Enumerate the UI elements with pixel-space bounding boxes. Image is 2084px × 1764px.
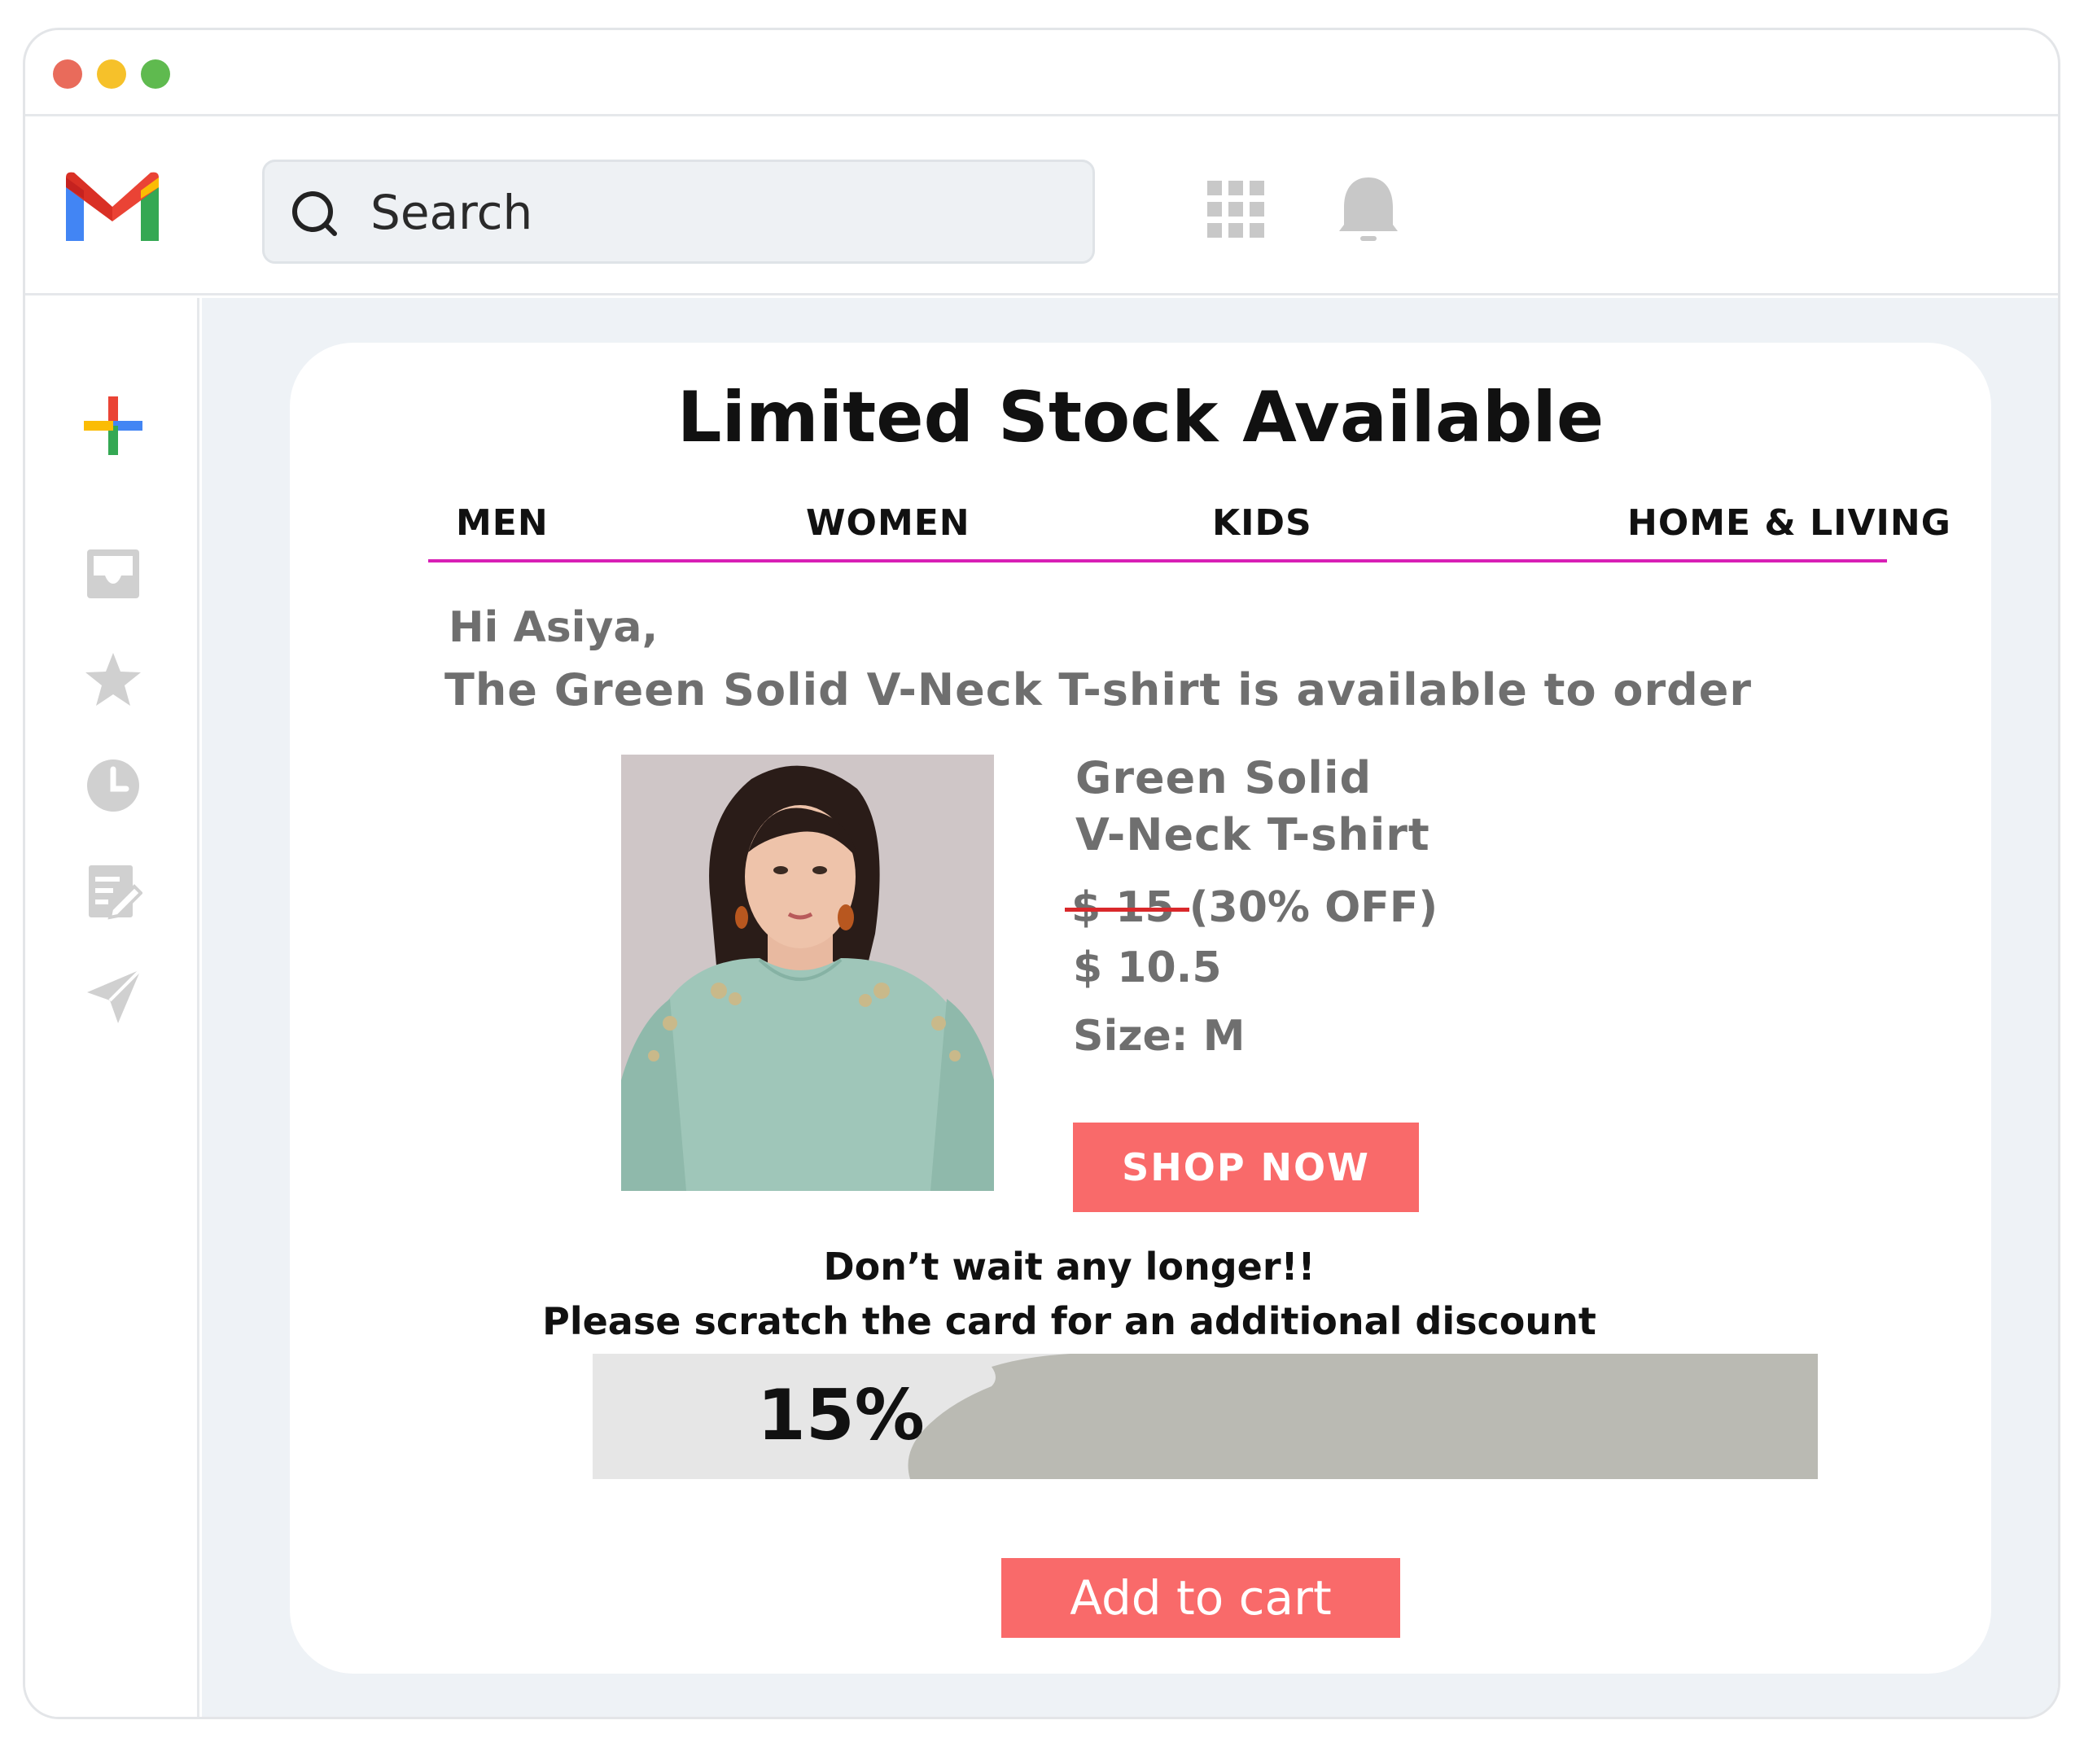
original-price: $ 15: [1065, 883, 1189, 932]
product-name: Green Solid V-Neck T-shirt: [1075, 750, 1430, 864]
cta-line-1: Don’t wait any longer!!: [823, 1245, 1316, 1289]
email-card: Limited Stock Available MEN WOMEN KIDS H…: [290, 343, 1991, 1674]
product-image[interactable]: [621, 755, 994, 1191]
discount-label: (30% OFF): [1189, 883, 1438, 932]
main-content: Limited Stock Available MEN WOMEN KIDS H…: [202, 298, 2058, 1717]
email-title: Limited Stock Available: [676, 377, 1605, 458]
add-to-cart-button[interactable]: Add to cart: [1001, 1558, 1400, 1638]
search-icon[interactable]: [291, 190, 341, 240]
size-label: Size: M: [1073, 1012, 1246, 1061]
drafts-icon[interactable]: [84, 862, 142, 921]
search-input[interactable]: [370, 182, 1070, 243]
app-header: [25, 119, 2058, 295]
minimize-window-dot[interactable]: [97, 59, 126, 89]
price-row: $ 15 (30% OFF): [1065, 883, 1438, 932]
nav-item-home-living[interactable]: HOME & LIVING: [1627, 502, 1951, 544]
browser-window: Limited Stock Available MEN WOMEN KIDS H…: [23, 28, 2060, 1719]
send-icon[interactable]: [84, 968, 142, 1026]
sidebar: [25, 298, 199, 1717]
clock-icon[interactable]: [84, 756, 142, 815]
shop-now-button[interactable]: SHOP NOW: [1073, 1123, 1419, 1212]
greeting-text: Hi Asiya,: [449, 603, 659, 652]
scratch-card[interactable]: 15% of: [593, 1354, 1818, 1479]
close-window-dot[interactable]: [53, 59, 82, 89]
scratch-cover-overlay[interactable]: [593, 1354, 1818, 1479]
availability-message: The Green Solid V-Neck T-shirt is availa…: [444, 664, 1753, 716]
nav-item-men[interactable]: MEN: [456, 502, 549, 544]
nav-item-kids[interactable]: KIDS: [1212, 502, 1312, 544]
window-titlebar: [25, 30, 2058, 116]
sale-price: $ 10.5: [1073, 943, 1222, 992]
compose-plus-icon[interactable]: [84, 396, 142, 455]
apps-grid-icon[interactable]: [1207, 181, 1264, 238]
search-bar[interactable]: [262, 160, 1095, 264]
inbox-icon[interactable]: [84, 545, 142, 603]
gmail-logo-icon[interactable]: [66, 171, 159, 241]
cta-line-2: Please scratch the card for an additiona…: [542, 1299, 1596, 1343]
star-icon[interactable]: [84, 650, 142, 709]
product-name-line2: V-Neck T-shirt: [1075, 809, 1430, 860]
product-name-line1: Green Solid: [1075, 752, 1373, 803]
nav-item-women[interactable]: WOMEN: [806, 502, 970, 544]
maximize-window-dot[interactable]: [141, 59, 170, 89]
bell-icon[interactable]: [1336, 174, 1401, 244]
category-nav: MEN WOMEN KIDS HOME & LIVING: [428, 491, 1950, 562]
